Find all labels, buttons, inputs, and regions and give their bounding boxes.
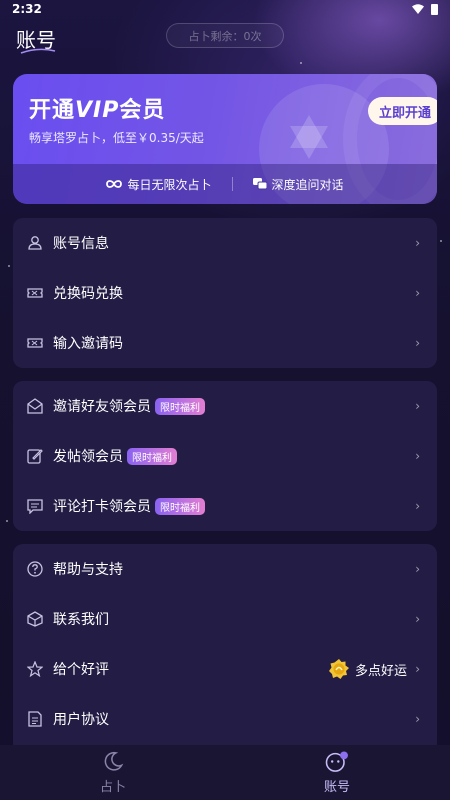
perk-divider	[231, 177, 233, 191]
status-time: 2:32	[12, 2, 42, 16]
menu-item-label-wrap: 发帖领会员 限时福利	[53, 446, 177, 466]
ticket-icon	[27, 288, 43, 298]
chevron-right-icon: ›	[415, 499, 420, 513]
vip-subtitle: 畅享塔罗占卜，低至￥0.35/天起	[29, 131, 204, 145]
vip-title-vip: VIP	[75, 98, 120, 123]
vip-card[interactable]: 开通VIP会员 畅享塔罗占卜，低至￥0.35/天起 立即开通 每日无限次占卜 深…	[13, 74, 437, 204]
menu-item-label-wrap: 评论打卡领会员 限时福利	[53, 496, 205, 516]
chevron-right-icon: ›	[415, 286, 420, 300]
menu-item-redeem-code[interactable]: 兑换码兑换 ›	[13, 268, 437, 318]
star-decoration	[6, 520, 8, 522]
perk-followup-label: 深度追问对话	[271, 177, 344, 192]
limited-offer-badge: 限时福利	[155, 397, 205, 415]
menu-item-comment-checkin[interactable]: 评论打卡领会员 限时福利 ›	[13, 481, 437, 531]
comment-icon	[27, 499, 43, 514]
star-decoration	[440, 240, 442, 242]
vip-title-prefix: 开通	[29, 98, 76, 123]
chevron-right-icon: ›	[415, 712, 420, 726]
page-header: 账号 占卜剩余：0次	[0, 20, 450, 60]
menu-item-label-wrap: 邀请好友领会员 限时福利	[53, 396, 205, 416]
ticket-icon	[27, 338, 43, 348]
moon-icon	[104, 751, 124, 771]
tab-label: 账号	[323, 780, 350, 795]
perk-unlimited: 每日无限次占卜	[106, 176, 212, 193]
rewards-panel: 邀请好友领会员 限时福利 › 发帖领会员 限时福利 › 评论打卡领会员 限时福利…	[13, 381, 437, 531]
perk-followup: 深度追问对话	[252, 176, 344, 193]
menu-item-help[interactable]: 帮助与支持 ›	[13, 544, 437, 594]
open-vip-button[interactable]: 立即开通	[368, 97, 437, 125]
infinity-icon	[106, 180, 123, 188]
good-luck-tag: 多点好运	[328, 659, 407, 679]
mail-icon	[27, 398, 43, 414]
vip-title: 开通VIP会员	[29, 92, 165, 124]
tab-divination[interactable]: 占卜	[83, 751, 143, 795]
menu-item-label: 发帖领会员	[53, 449, 123, 465]
user-icon	[28, 236, 42, 250]
menu-item-label: 用户协议	[53, 712, 109, 728]
vip-perks-bar: 每日无限次占卜 深度追问对话	[13, 164, 437, 204]
perk-unlimited-label: 每日无限次占卜	[127, 177, 212, 192]
star-decoration	[8, 265, 10, 267]
menu-item-label: 邀请好友领会员	[53, 399, 151, 415]
menu-item-label: 给个好评	[53, 662, 109, 678]
face-icon	[325, 751, 348, 772]
menu-item-invite-code[interactable]: 输入邀请码 ›	[13, 318, 437, 368]
support-panel: 帮助与支持 › 联系我们 › 给个好评 多点好运 › 用户协议 ›	[13, 544, 437, 754]
menu-item-label: 帮助与支持	[53, 562, 123, 578]
bottom-tab-bar: 占卜 账号	[0, 745, 450, 800]
limited-offer-badge: 限时福利	[155, 497, 205, 515]
star-icon	[27, 661, 43, 677]
battery-icon	[431, 4, 438, 15]
chevron-right-icon: ›	[415, 662, 420, 676]
menu-item-label: 账号信息	[53, 236, 109, 252]
help-icon	[27, 561, 43, 577]
star-decoration	[300, 62, 302, 64]
title-swoosh	[20, 48, 56, 54]
chevron-right-icon: ›	[415, 336, 420, 350]
lucky-coin-icon	[328, 659, 349, 679]
reading-count-pill: 占卜剩余：0次	[166, 23, 284, 48]
menu-item-label: 联系我们	[53, 612, 109, 628]
chevron-right-icon: ›	[415, 449, 420, 463]
account-panel: 账号信息 › 兑换码兑换 › 输入邀请码 ›	[13, 218, 437, 368]
chat-icon	[252, 178, 267, 190]
limited-offer-badge: 限时福利	[127, 447, 177, 465]
chevron-right-icon: ›	[415, 236, 420, 250]
menu-item-label: 兑换码兑换	[53, 286, 123, 302]
menu-item-invite-friends[interactable]: 邀请好友领会员 限时福利 ›	[13, 381, 437, 431]
wifi-icon	[412, 4, 424, 14]
good-luck-label: 多点好运	[354, 663, 407, 679]
tab-account[interactable]: 账号	[307, 751, 367, 795]
chevron-right-icon: ›	[415, 612, 420, 626]
menu-item-post-reward[interactable]: 发帖领会员 限时福利 ›	[13, 431, 437, 481]
status-bar: 2:32	[0, 0, 450, 20]
tab-label: 占卜	[99, 780, 126, 795]
edit-icon	[27, 449, 43, 464]
menu-item-account-info[interactable]: 账号信息 ›	[13, 218, 437, 268]
document-icon	[28, 711, 42, 727]
menu-item-contact[interactable]: 联系我们 ›	[13, 594, 437, 644]
menu-item-label: 评论打卡领会员	[53, 499, 151, 515]
menu-item-rate-app[interactable]: 给个好评 多点好运 ›	[13, 644, 437, 694]
reading-count-text: 占卜剩余：0次	[188, 29, 262, 43]
vip-title-suffix: 会员	[119, 98, 166, 123]
menu-item-label: 输入邀请码	[53, 336, 123, 352]
chevron-right-icon: ›	[415, 562, 420, 576]
box-icon	[27, 611, 43, 627]
menu-item-user-agreement[interactable]: 用户协议 ›	[13, 694, 437, 744]
hexagram-icon	[290, 115, 328, 159]
chevron-right-icon: ›	[415, 399, 420, 413]
